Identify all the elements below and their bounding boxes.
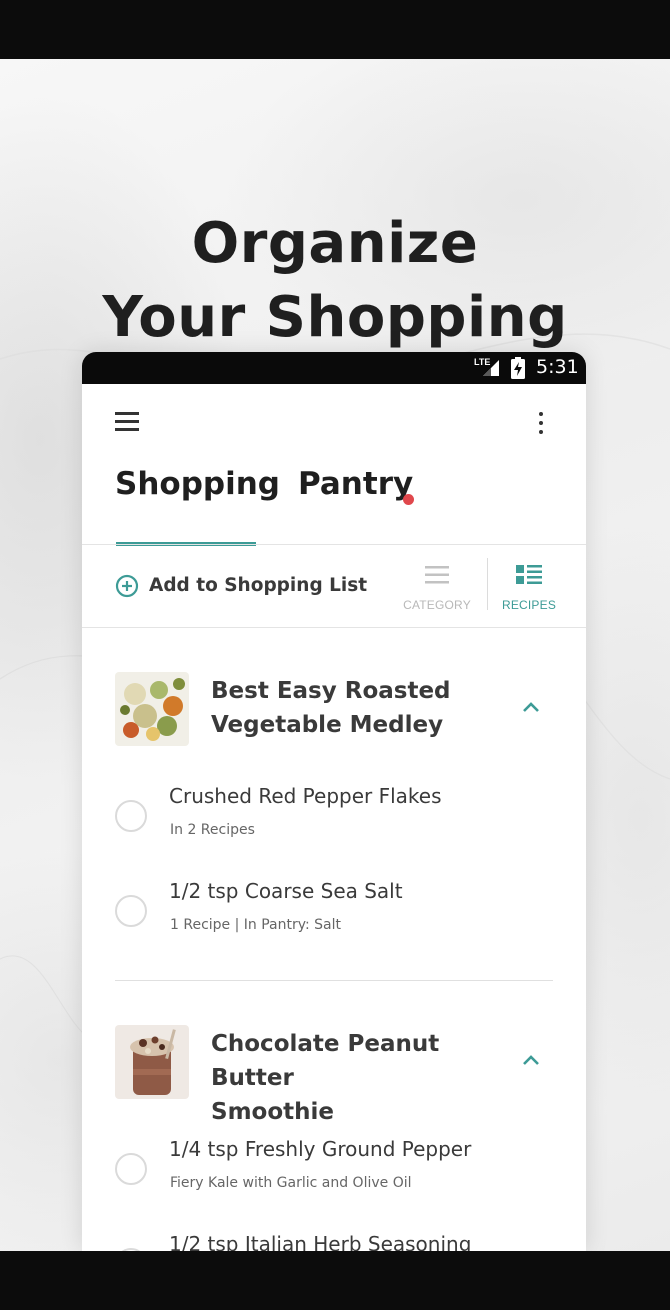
- item-checkbox[interactable]: [115, 1153, 147, 1185]
- item-detail: Fiery Kale with Garlic and Olive Oil: [170, 1175, 412, 1191]
- view-recipes-button[interactable]: RECIPES: [486, 560, 572, 616]
- bottom-black-bar: [0, 1251, 670, 1310]
- promo-headline: Organize Your Shopping: [0, 207, 670, 355]
- list-toolbar: Add to Shopping List CATEGORY RECIPES: [82, 546, 586, 626]
- recipe-title-line-2: Vegetable Medley: [211, 712, 444, 738]
- chevron-up-icon[interactable]: [520, 696, 542, 718]
- view-recipes-label: RECIPES: [501, 598, 557, 612]
- notification-dot: [403, 494, 414, 505]
- recipe-header[interactable]: Best Easy Roasted Vegetable Medley: [82, 672, 586, 762]
- view-category-button[interactable]: CATEGORY: [394, 560, 480, 616]
- recipe-title: Chocolate Peanut Butter Smoothie: [211, 1027, 511, 1129]
- add-circle-icon[interactable]: [115, 574, 139, 598]
- item-checkbox[interactable]: [115, 800, 147, 832]
- list-item: 1/2 tsp Italian Herb Seasoning: [82, 1232, 586, 1251]
- recipe-title-line-2: Smoothie: [211, 1099, 334, 1125]
- item-detail: In 2 Recipes: [170, 822, 255, 838]
- clock: 5:31: [536, 356, 579, 378]
- tab-pantry[interactable]: Pantry: [298, 466, 413, 502]
- top-black-bar: [0, 0, 670, 59]
- item-name: Crushed Red Pepper Flakes: [169, 784, 442, 808]
- item-checkbox[interactable]: [115, 895, 147, 927]
- header-divider: [82, 544, 586, 545]
- recipe-title: Best Easy Roasted Vegetable Medley: [211, 674, 511, 742]
- chevron-up-icon[interactable]: [520, 1049, 542, 1071]
- tab-shopping[interactable]: Shopping: [115, 466, 280, 502]
- recipe-thumbnail: [115, 672, 189, 746]
- item-detail: 1 Recipe | In Pantry: Salt: [170, 917, 342, 933]
- list-lines-icon: [425, 566, 449, 584]
- headline-line-1: Organize: [191, 211, 479, 276]
- list-item: Crushed Red Pepper Flakes In 2 Recipes: [82, 784, 586, 868]
- view-category-label: CATEGORY: [403, 598, 471, 612]
- more-vertical-icon[interactable]: [532, 410, 550, 436]
- item-name: 1/2 tsp Coarse Sea Salt: [169, 879, 403, 903]
- signal-icon: [483, 360, 499, 376]
- battery-charging-icon: [511, 357, 525, 379]
- app-header: Shopping Pantry: [82, 384, 586, 546]
- list-item: 1/4 tsp Freshly Ground Pepper Fiery Kale…: [82, 1137, 586, 1221]
- item-name: 1/2 tsp Italian Herb Seasoning: [169, 1232, 472, 1251]
- recipe-divider: [115, 980, 553, 981]
- phone-screen: LTE 5:31 Shopping Pantry Add to Shopping…: [82, 352, 586, 1251]
- recipe-title-line-1: Best Easy Roasted: [211, 678, 451, 704]
- recipe-title-line-1: Chocolate Peanut Butter: [211, 1031, 440, 1091]
- recipe-list-icon: [516, 565, 542, 584]
- recipe-thumbnail: [115, 1025, 189, 1099]
- status-bar: LTE 5:31: [82, 352, 586, 384]
- recipe-header[interactable]: Chocolate Peanut Butter Smoothie: [82, 1025, 586, 1125]
- hamburger-menu-icon[interactable]: [115, 412, 139, 432]
- item-name: 1/4 tsp Freshly Ground Pepper: [169, 1137, 472, 1161]
- headline-line-2: Your Shopping: [102, 285, 568, 350]
- toolbar-divider: [82, 627, 586, 628]
- list-item: 1/2 tsp Coarse Sea Salt 1 Recipe | In Pa…: [82, 879, 586, 963]
- add-to-list-button[interactable]: Add to Shopping List: [149, 575, 367, 596]
